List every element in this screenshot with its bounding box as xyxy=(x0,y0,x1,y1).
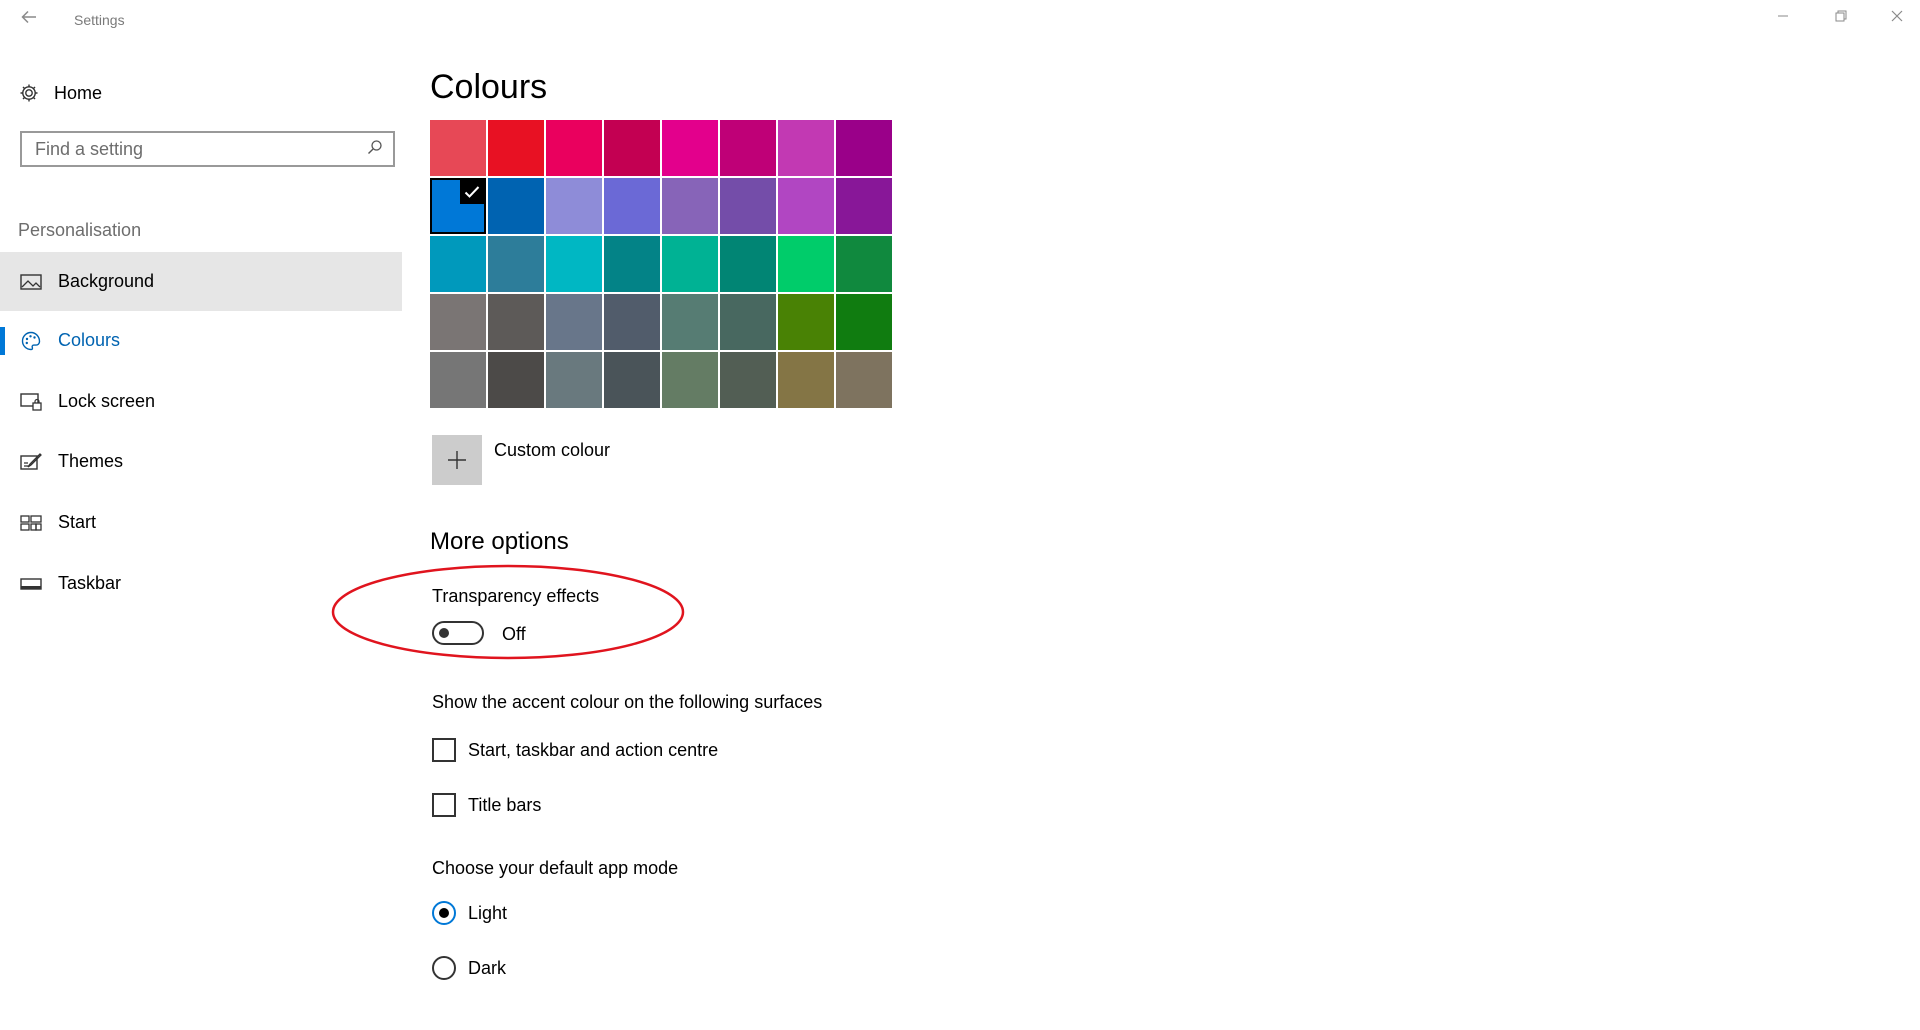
colour-swatch[interactable] xyxy=(778,178,834,234)
more-options-heading: More options xyxy=(430,528,569,555)
gear-icon xyxy=(18,82,40,104)
radio-button[interactable] xyxy=(432,956,456,980)
colour-swatch[interactable] xyxy=(836,294,892,350)
colour-swatch[interactable] xyxy=(720,178,776,234)
colour-swatch[interactable] xyxy=(778,236,834,292)
search-box[interactable] xyxy=(20,131,395,167)
colour-swatch[interactable] xyxy=(836,178,892,234)
colour-swatch[interactable] xyxy=(720,120,776,176)
colour-swatch[interactable] xyxy=(488,352,544,408)
sidebar-item-label: Themes xyxy=(58,451,124,471)
colour-swatch[interactable] xyxy=(604,294,660,350)
plus-icon xyxy=(448,451,466,469)
checkbox-label: Start, taskbar and action centre xyxy=(468,739,719,760)
sidebar-item-start[interactable]: Start xyxy=(0,493,402,552)
accent-surfaces-heading: Show the accent colour on the following … xyxy=(432,692,823,712)
colour-swatch[interactable] xyxy=(430,236,486,292)
colour-swatch[interactable] xyxy=(430,120,486,176)
checkbox-start-taskbar[interactable]: Start, taskbar and action centre xyxy=(432,737,718,763)
colour-swatch[interactable] xyxy=(430,352,486,408)
colour-swatch[interactable] xyxy=(836,236,892,292)
colour-swatch[interactable] xyxy=(720,236,776,292)
colour-swatch[interactable] xyxy=(604,236,660,292)
colour-swatch[interactable] xyxy=(488,236,544,292)
sidebar-item-label: Taskbar xyxy=(58,573,122,593)
checkbox-title-bars[interactable]: Title bars xyxy=(432,792,541,818)
colour-swatch[interactable] xyxy=(662,352,718,408)
colour-swatch[interactable] xyxy=(662,236,718,292)
sidebar-item-label: Start xyxy=(58,512,97,532)
custom-colour-button[interactable] xyxy=(432,435,482,485)
radio-light[interactable]: Light xyxy=(432,900,507,926)
colour-swatch[interactable] xyxy=(604,178,660,234)
radio-label: Dark xyxy=(468,957,507,978)
radio-label: Light xyxy=(468,902,508,923)
sidebar-item-label: Background xyxy=(58,271,155,291)
sidebar-item-themes[interactable]: Themes xyxy=(0,432,402,491)
colour-swatch[interactable] xyxy=(546,294,602,350)
window-title: Settings xyxy=(74,12,125,28)
colour-swatch[interactable] xyxy=(778,352,834,408)
colour-swatch[interactable] xyxy=(662,120,718,176)
radio-button[interactable] xyxy=(432,901,456,925)
radio-dark[interactable]: Dark xyxy=(432,955,506,981)
colour-swatch-selected[interactable] xyxy=(430,178,486,234)
sidebar-item-background[interactable]: Background xyxy=(0,252,402,311)
themes-brush-icon xyxy=(20,451,42,473)
search-icon[interactable] xyxy=(367,139,383,160)
colour-swatch[interactable] xyxy=(546,120,602,176)
home-label: Home xyxy=(54,82,103,103)
checkbox[interactable] xyxy=(432,738,456,762)
close-icon[interactable] xyxy=(1882,6,1912,32)
start-tiles-icon xyxy=(20,512,42,534)
picture-icon xyxy=(20,271,42,293)
restore-icon[interactable] xyxy=(1826,6,1856,32)
colour-swatch[interactable] xyxy=(836,352,892,408)
colour-swatch[interactable] xyxy=(488,178,544,234)
colour-swatch[interactable] xyxy=(836,120,892,176)
checkbox-label: Title bars xyxy=(468,794,542,815)
minimize-icon[interactable] xyxy=(1768,6,1798,32)
colour-swatch[interactable] xyxy=(488,120,544,176)
colour-swatch[interactable] xyxy=(604,120,660,176)
colour-swatch[interactable] xyxy=(546,236,602,292)
sidebar-item-label: Lock screen xyxy=(58,391,156,411)
colour-swatch[interactable] xyxy=(662,178,718,234)
colour-swatch[interactable] xyxy=(604,352,660,408)
sidebar-item-label: Colours xyxy=(58,330,121,350)
taskbar-icon xyxy=(20,573,42,595)
colour-swatch[interactable] xyxy=(546,178,602,234)
lock-screen-icon xyxy=(20,391,42,413)
colour-swatch[interactable] xyxy=(488,294,544,350)
checkmark-icon xyxy=(460,180,484,204)
home-nav[interactable]: Home xyxy=(18,80,102,106)
palette-icon xyxy=(20,330,42,352)
checkbox[interactable] xyxy=(432,793,456,817)
app-mode-heading: Choose your default app mode xyxy=(432,858,679,878)
custom-colour-label[interactable]: Custom colour xyxy=(494,440,610,461)
search-input[interactable] xyxy=(35,138,335,160)
colour-swatch[interactable] xyxy=(720,352,776,408)
sidebar-item-lock-screen[interactable]: Lock screen xyxy=(0,372,402,431)
section-heading: Personalisation xyxy=(18,220,142,240)
colour-swatch[interactable] xyxy=(778,294,834,350)
back-arrow-icon[interactable] xyxy=(18,8,40,30)
page-title: Colours xyxy=(430,68,548,106)
colour-swatch[interactable] xyxy=(720,294,776,350)
accent-colour-grid xyxy=(430,120,898,408)
colour-swatch[interactable] xyxy=(430,294,486,350)
colour-swatch[interactable] xyxy=(662,294,718,350)
sidebar-item-colours[interactable]: Colours xyxy=(0,311,402,370)
colour-swatch[interactable] xyxy=(546,352,602,408)
colour-swatch[interactable] xyxy=(778,120,834,176)
highlight-ellipse xyxy=(331,564,685,660)
